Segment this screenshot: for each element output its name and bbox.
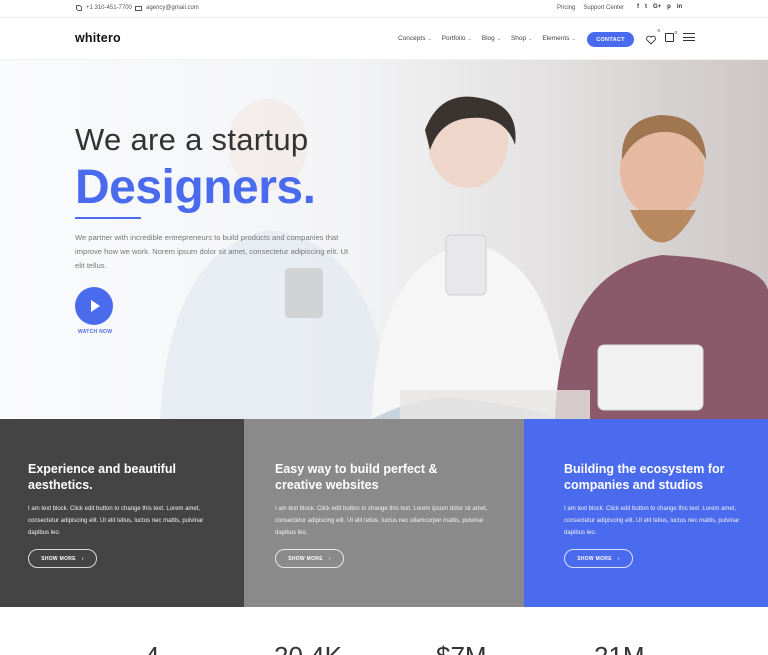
google-plus-icon[interactable]: G+ <box>653 4 661 10</box>
nav-label: Portfolio <box>441 35 466 42</box>
stat-value: 21M <box>594 641 645 655</box>
feature-title: Easy way to build perfect & creative web… <box>275 462 438 492</box>
features-section: Experience and beautiful aesthetics. I a… <box>0 419 768 607</box>
watch-now-link[interactable]: WATCH NOW <box>78 329 112 335</box>
menu-icon[interactable] <box>683 33 695 41</box>
support-center-link[interactable]: Support Center <box>583 5 624 11</box>
top-bar: +1 310-451-7700 agency@gmail.com Pricing… <box>0 0 768 18</box>
show-more-button[interactable]: SHOW MORE › <box>28 549 97 568</box>
hero-heading: We are a startup <box>75 122 309 157</box>
feature-text: I am text block. Click edit button to ch… <box>564 506 740 536</box>
chevron-right-icon: › <box>617 555 620 562</box>
feature-card: Experience and beautiful aesthetics. I a… <box>0 419 244 607</box>
chevron-right-icon: › <box>328 555 331 562</box>
linkedin-icon[interactable]: in <box>677 4 682 10</box>
feature-card: Building the ecosystem for companies and… <box>524 419 768 607</box>
facebook-icon[interactable]: f <box>637 4 639 10</box>
chevron-down-icon: ⌄ <box>427 35 432 42</box>
phone-contact[interactable]: +1 310-451-7700 <box>76 5 132 11</box>
nav-item-elements[interactable]: Elements ⌄ <box>542 35 575 42</box>
nav-label: Elements <box>542 35 570 42</box>
stat-value: $7M <box>436 641 487 655</box>
show-more-button[interactable]: SHOW MORE › <box>564 549 633 568</box>
wishlist-icon[interactable]: 0 <box>646 28 660 45</box>
nav-item-shop[interactable]: Shop ⌄ <box>511 35 532 42</box>
stat-value: 4 <box>145 641 159 655</box>
main-nav: Concepts ⌄ Portfolio ⌄ Blog ⌄ Shop ⌄ Element… <box>398 35 576 42</box>
chevron-down-icon: ⌄ <box>467 35 472 42</box>
site-header: whitero Concepts ⌄ Portfolio ⌄ Blog ⌄ Shop ⌄… <box>0 18 768 60</box>
nav-item-blog[interactable]: Blog ⌄ <box>482 35 501 42</box>
play-button[interactable] <box>75 287 113 325</box>
chevron-down-icon: ⌄ <box>571 35 576 42</box>
social-links: f t G+ p in <box>637 4 682 10</box>
pinterest-icon[interactable]: p <box>667 4 671 10</box>
header-icons: 0 0 <box>646 28 695 45</box>
cart-icon[interactable]: 0 <box>665 29 677 42</box>
email-contact[interactable]: agency@gmail.com <box>135 5 199 11</box>
wishlist-count: 0 <box>657 28 660 33</box>
phone-icon <box>76 5 82 11</box>
site-logo[interactable]: whitero <box>75 31 121 45</box>
nav-item-concepts[interactable]: Concepts ⌄ <box>398 35 432 42</box>
feature-title: Experience and beautiful aesthetics. <box>28 462 176 492</box>
nav-item-portfolio[interactable]: Portfolio ⌄ <box>442 35 472 42</box>
nav-label: Shop <box>510 35 527 42</box>
show-more-label: SHOW MORE <box>41 555 76 562</box>
top-links: Pricing Support Center <box>557 5 624 11</box>
show-more-label: SHOW MORE <box>288 555 323 562</box>
feature-text: I am text block. Click edit button to ch… <box>28 506 204 536</box>
nav-label: Concepts <box>398 35 426 42</box>
show-more-button[interactable]: SHOW MORE › <box>275 549 344 568</box>
stats-section: 4 20.4K $7M 21M <box>0 607 768 655</box>
mail-icon <box>135 5 142 11</box>
play-icon <box>91 300 100 312</box>
contact-button[interactable]: CONTACT <box>587 32 634 47</box>
email-address: agency@gmail.com <box>146 5 199 11</box>
pricing-link[interactable]: Pricing <box>557 5 575 11</box>
stat-value: 20.4K <box>274 641 342 655</box>
feature-card: Easy way to build perfect & creative web… <box>244 419 524 607</box>
hero-text: We are a startup Designers. We partner w… <box>75 122 355 273</box>
show-more-label: SHOW MORE <box>577 555 612 562</box>
heading-underline <box>75 217 141 219</box>
hero-section: We are a startup Designers. We partner w… <box>0 60 768 419</box>
cart-count: 0 <box>674 29 677 35</box>
hero-headline: Designers. <box>75 161 316 214</box>
nav-label: Blog <box>481 35 495 42</box>
feature-title: Building the ecosystem for companies and… <box>564 462 725 492</box>
chevron-right-icon: › <box>81 555 84 562</box>
twitter-icon[interactable]: t <box>645 4 647 10</box>
phone-number: +1 310-451-7700 <box>86 5 132 11</box>
chevron-down-icon: ⌄ <box>496 35 501 42</box>
feature-text: I am text block. Click edit button to ch… <box>275 506 488 536</box>
hero-description: We partner with incredible entrepreneurs… <box>75 233 349 270</box>
chevron-down-icon: ⌄ <box>528 35 533 42</box>
